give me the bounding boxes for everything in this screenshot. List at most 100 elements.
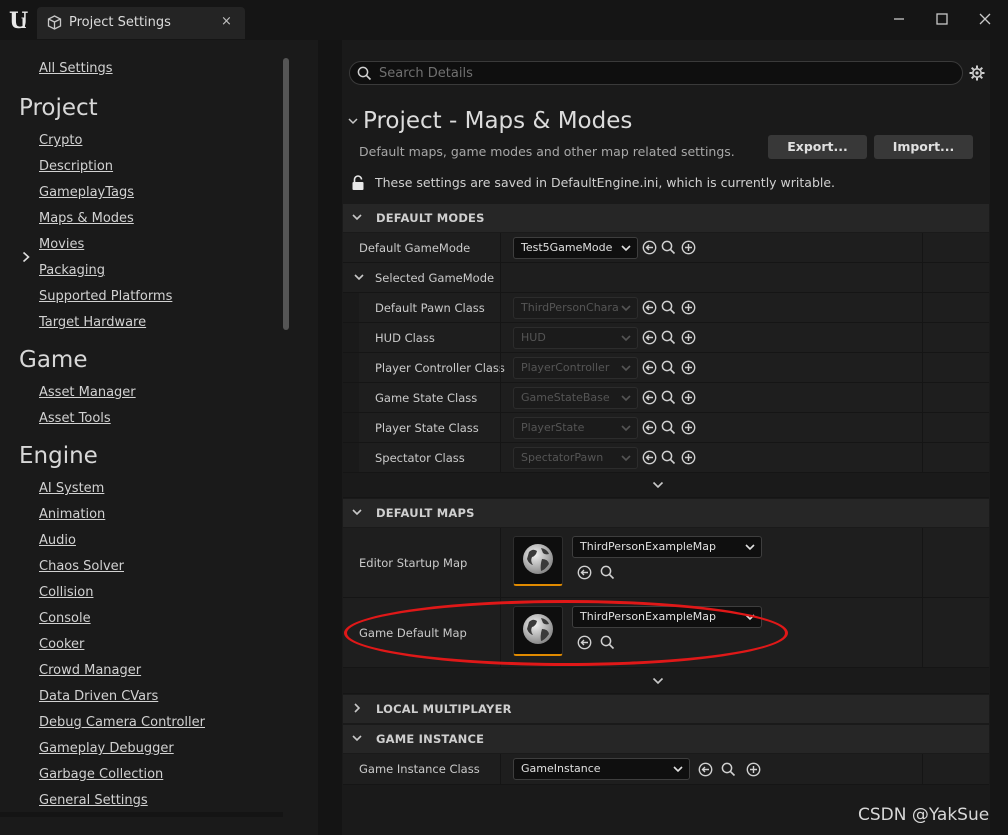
sidebar-item-gameplaytags[interactable]: GameplayTags [39,185,134,200]
advanced-expander-maps[interactable] [343,668,989,694]
chevron-down-icon [621,244,631,252]
add-plus-icon[interactable] [681,420,696,435]
settings-cube-icon [47,15,62,30]
category-game-instance[interactable]: GAME INSTANCE [343,725,989,753]
sidebar-item-debug-camera-controller[interactable]: Debug Camera Controller [39,715,205,730]
export-button[interactable]: Export... [768,135,867,159]
browse-search-icon[interactable] [661,360,676,375]
sidebar-item-gameplay-debugger[interactable]: Gameplay Debugger [39,741,174,756]
sidebar-item-garbage-collection[interactable]: Garbage Collection [39,767,163,782]
chevron-down-icon [351,507,363,517]
add-plus-icon[interactable] [681,300,696,315]
sidebar-item-description[interactable]: Description [39,159,113,174]
browse-search-icon[interactable] [661,420,676,435]
sidebar-item-all-settings[interactable]: All Settings [39,61,113,76]
combo-value: PlayerController [521,361,610,374]
add-plus-icon[interactable] [681,390,696,405]
maximize-button[interactable] [927,8,957,30]
advanced-expander-modes[interactable] [343,473,989,498]
browse-search-icon[interactable] [661,390,676,405]
sidebar-scrollbar[interactable] [283,58,289,330]
sidebar-item-data-driven-cvars[interactable]: Data Driven CVars [39,689,158,704]
reset-arrow-icon[interactable] [642,390,657,405]
add-plus-icon[interactable] [681,450,696,465]
sidebar-heading-game: Game [19,347,88,373]
gear-icon[interactable] [969,65,985,81]
chevron-down-icon [621,454,631,462]
sidebar-item-animation[interactable]: Animation [39,507,105,522]
category-default-maps[interactable]: DEFAULT MAPS [343,499,989,527]
splitter[interactable] [318,40,342,835]
reset-arrow-icon[interactable] [642,420,657,435]
reset-arrow-icon[interactable] [642,450,657,465]
unreal-logo-icon: Ul [8,7,32,33]
search-details-box[interactable]: Search Details [349,61,963,85]
sidebar-item-asset-tools[interactable]: Asset Tools [39,411,111,426]
chevron-down-icon [354,273,364,281]
sidebar-item-supported-platforms[interactable]: Supported Platforms [39,289,172,304]
reset-arrow-icon[interactable] [642,300,657,315]
tab-close-icon[interactable]: × [221,14,232,29]
reset-arrow-icon[interactable] [577,565,592,580]
minimize-button[interactable] [884,8,914,30]
project-settings-tab[interactable]: Project Settings × [37,7,245,39]
add-plus-icon[interactable] [681,240,696,255]
category-label: GAME INSTANCE [376,732,485,746]
browse-search-icon[interactable] [661,300,676,315]
add-plus-icon[interactable] [681,330,696,345]
default-gamemode-combo[interactable]: Test5GameMode [513,237,638,259]
import-button[interactable]: Import... [874,135,973,159]
sidebar-item-target-hardware[interactable]: Target Hardware [39,315,146,330]
close-window-button[interactable] [970,8,1000,30]
category-default-modes[interactable]: DEFAULT MODES [343,204,989,232]
sidebar-item-ai-system[interactable]: AI System [39,481,104,496]
sidebar-item-crowd-manager[interactable]: Crowd Manager [39,663,141,678]
lock-icon [351,175,365,191]
page-title: Project - Maps & Modes [363,108,633,134]
browse-search-icon[interactable] [661,330,676,345]
property-row-hud-class: HUD Class HUD [343,323,989,353]
reset-arrow-icon[interactable] [642,360,657,375]
sidebar-item-movies[interactable]: Movies [39,237,84,252]
map-thumbnail[interactable] [513,536,563,586]
add-plus-icon[interactable] [746,762,761,777]
property-label: Default GameMode [359,241,471,255]
browse-search-icon[interactable] [661,240,676,255]
browse-search-icon[interactable] [721,762,736,777]
category-label: DEFAULT MAPS [376,506,475,520]
sidebar-item-console[interactable]: Console [39,611,91,626]
sidebar-item-maps-modes[interactable]: Maps & Modes [39,211,134,226]
sidebar-item-cooker[interactable]: Cooker [39,637,84,652]
sidebar-item-asset-manager[interactable]: Asset Manager [39,385,136,400]
sidebar-item-crypto[interactable]: Crypto [39,133,82,148]
property-label: HUD Class [375,331,435,345]
search-input[interactable]: Search Details [379,66,473,81]
chevron-down-icon [621,334,631,342]
collapse-caret-icon[interactable] [347,116,359,126]
property-row-default-pawn-class: Default Pawn Class ThirdPersonChara [343,293,989,323]
sidebar-item-general-settings[interactable]: General Settings [39,793,148,808]
combo-value: HUD [521,331,546,344]
property-label: Spectator Class [375,451,465,465]
property-label: Player State Class [375,421,479,435]
game-instance-combo[interactable]: GameInstance [513,758,690,780]
selected-arrow-icon [22,251,30,263]
sidebar-item-audio[interactable]: Audio [39,533,76,548]
editor-startup-map-combo[interactable]: ThirdPersonExampleMap [572,536,762,558]
details-scroll-track [990,40,1008,835]
reset-arrow-icon[interactable] [642,240,657,255]
reset-arrow-icon[interactable] [642,330,657,345]
sidebar-item-chaos-solver[interactable]: Chaos Solver [39,559,124,574]
property-row-selected-gamemode[interactable]: Selected GameMode [343,263,989,293]
reset-arrow-icon[interactable] [698,762,713,777]
property-row-spectator-class: Spectator Class SpectatorPawn [343,443,989,473]
chevron-down-icon [673,765,683,773]
sidebar-item-packaging[interactable]: Packaging [39,263,105,278]
sidebar-item-collision[interactable]: Collision [39,585,93,600]
browse-search-icon[interactable] [600,565,615,580]
chevron-down-icon [745,543,755,551]
property-label: Game State Class [375,391,478,405]
category-local-multiplayer[interactable]: LOCAL MULTIPLAYER [343,695,989,723]
add-plus-icon[interactable] [681,360,696,375]
browse-search-icon[interactable] [661,450,676,465]
